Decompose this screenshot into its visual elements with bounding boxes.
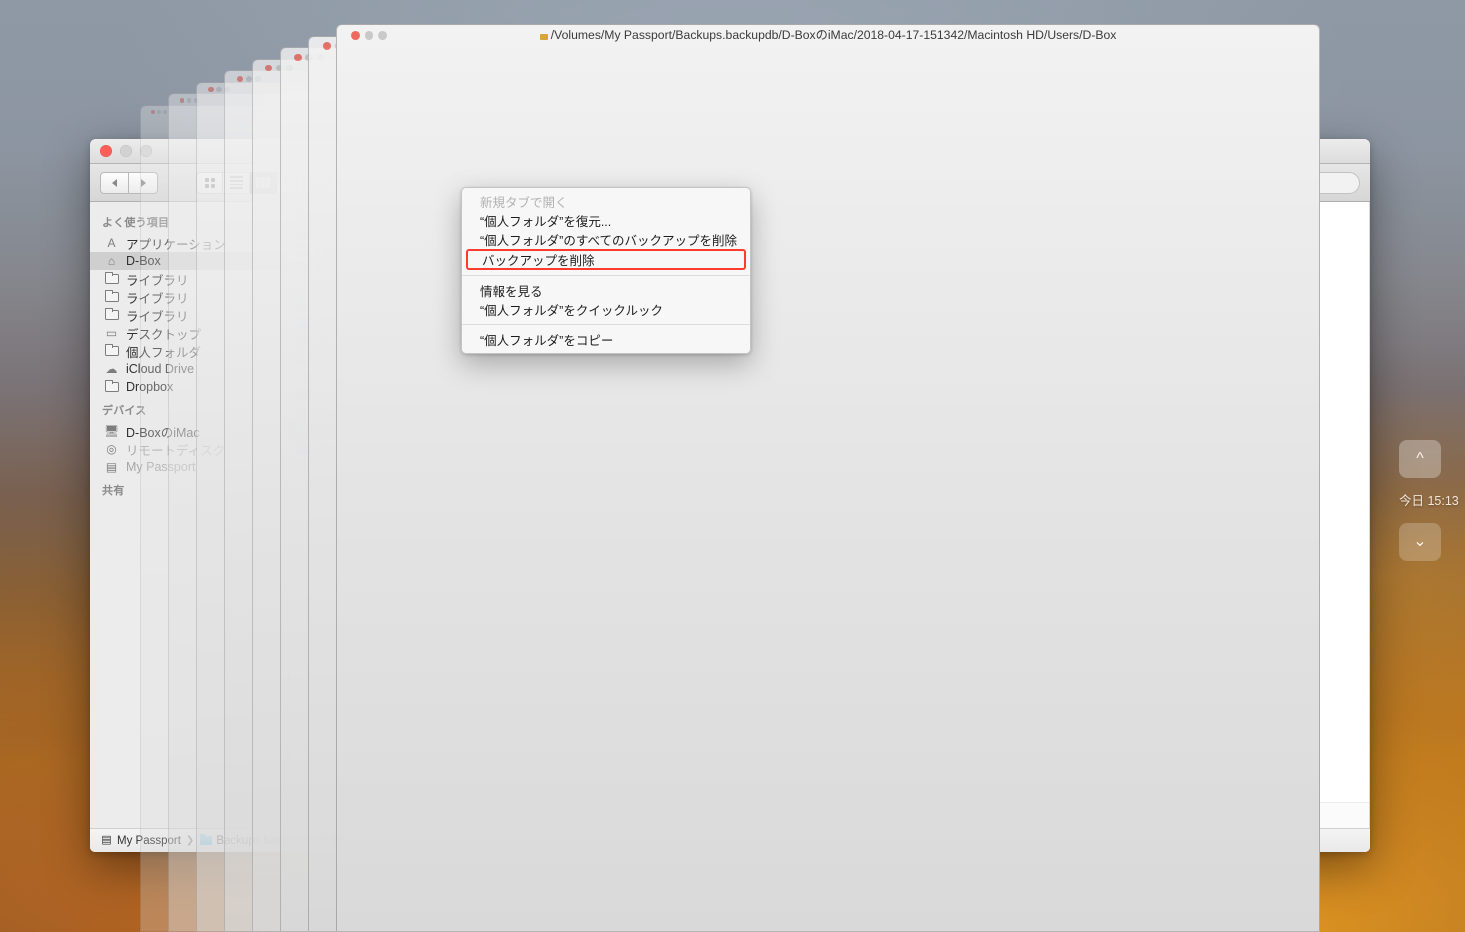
window-button[interactable] — [157, 109, 161, 114]
window-button[interactable] — [163, 109, 167, 114]
window-button[interactable] — [186, 98, 192, 103]
back-button[interactable] — [100, 171, 129, 194]
chevron-left-icon — [112, 178, 117, 187]
window-button[interactable] — [364, 31, 374, 40]
close-button[interactable] — [208, 87, 214, 93]
close-button[interactable] — [236, 75, 243, 82]
folder-icon — [539, 33, 548, 40]
menu-item[interactable]: “個人フォルダ”をクイックルック — [462, 300, 750, 319]
close-button[interactable] — [151, 109, 155, 114]
external-drive-icon: ▤ — [105, 460, 118, 474]
menu-item[interactable]: 情報を見る — [462, 281, 750, 300]
menu-item[interactable]: “個人フォルダ”を復元... — [462, 211, 750, 230]
menu-item[interactable]: “個人フォルダ”のすべてのバックアップを削除 — [462, 230, 750, 249]
applications-icon: A — [107, 236, 116, 250]
time-machine-ghost-window[interactable]: /Volumes/My Passport/Backups.backupdb/D-… — [336, 24, 1320, 932]
folder-icon — [104, 343, 119, 358]
menu-item: 新規タブで開く — [480, 196, 568, 210]
close-button[interactable] — [179, 98, 185, 103]
folder-icon — [104, 289, 119, 304]
close-button[interactable] — [322, 42, 331, 51]
desktop-icon: ▭ — [105, 326, 118, 340]
menu-separator — [462, 324, 750, 325]
chevron-up-icon: ^ — [1416, 450, 1424, 467]
menu-item[interactable]: バックアップを削除 — [466, 249, 746, 270]
gear-context-menu: 新規タブで開く “個人フォルダ”を復元... “個人フォルダ”のすべてのバックアップ… — [461, 187, 751, 354]
timeline-down-button[interactable]: ⌄ — [1399, 523, 1441, 561]
cloud-icon: ☁ — [105, 362, 118, 376]
minimize-button[interactable] — [120, 145, 132, 157]
folder-icon — [104, 379, 119, 394]
imac-icon: 🖥 — [103, 424, 120, 438]
remote-disc-icon: ◎ — [106, 442, 117, 456]
close-button[interactable] — [100, 145, 112, 157]
folder-icon — [104, 307, 119, 322]
close-button[interactable] — [294, 53, 302, 61]
close-button[interactable] — [265, 64, 273, 72]
home-icon: ⌂ — [107, 254, 116, 268]
timeline-up-button[interactable]: ^ — [1399, 440, 1441, 478]
external-drive-icon: ▤ — [101, 834, 112, 846]
close-button[interactable] — [351, 31, 361, 40]
timeline-controls: ^ 今日 15:13 ⌄ — [1399, 440, 1459, 561]
timeline-date-label: 今日 15:13 — [1399, 494, 1459, 508]
ghost-window-title: /Volumes/My Passport/Backups.backupdb/D-… — [337, 25, 1319, 46]
menu-separator — [462, 275, 750, 276]
chevron-down-icon: ⌄ — [1413, 533, 1427, 550]
traffic-lights[interactable] — [351, 31, 387, 40]
folder-icon — [104, 271, 119, 286]
traffic-lights[interactable] — [151, 109, 167, 114]
window-button[interactable] — [377, 31, 387, 40]
window-button[interactable] — [216, 87, 222, 93]
menu-item[interactable]: “個人フォルダ”をコピー — [462, 330, 750, 349]
